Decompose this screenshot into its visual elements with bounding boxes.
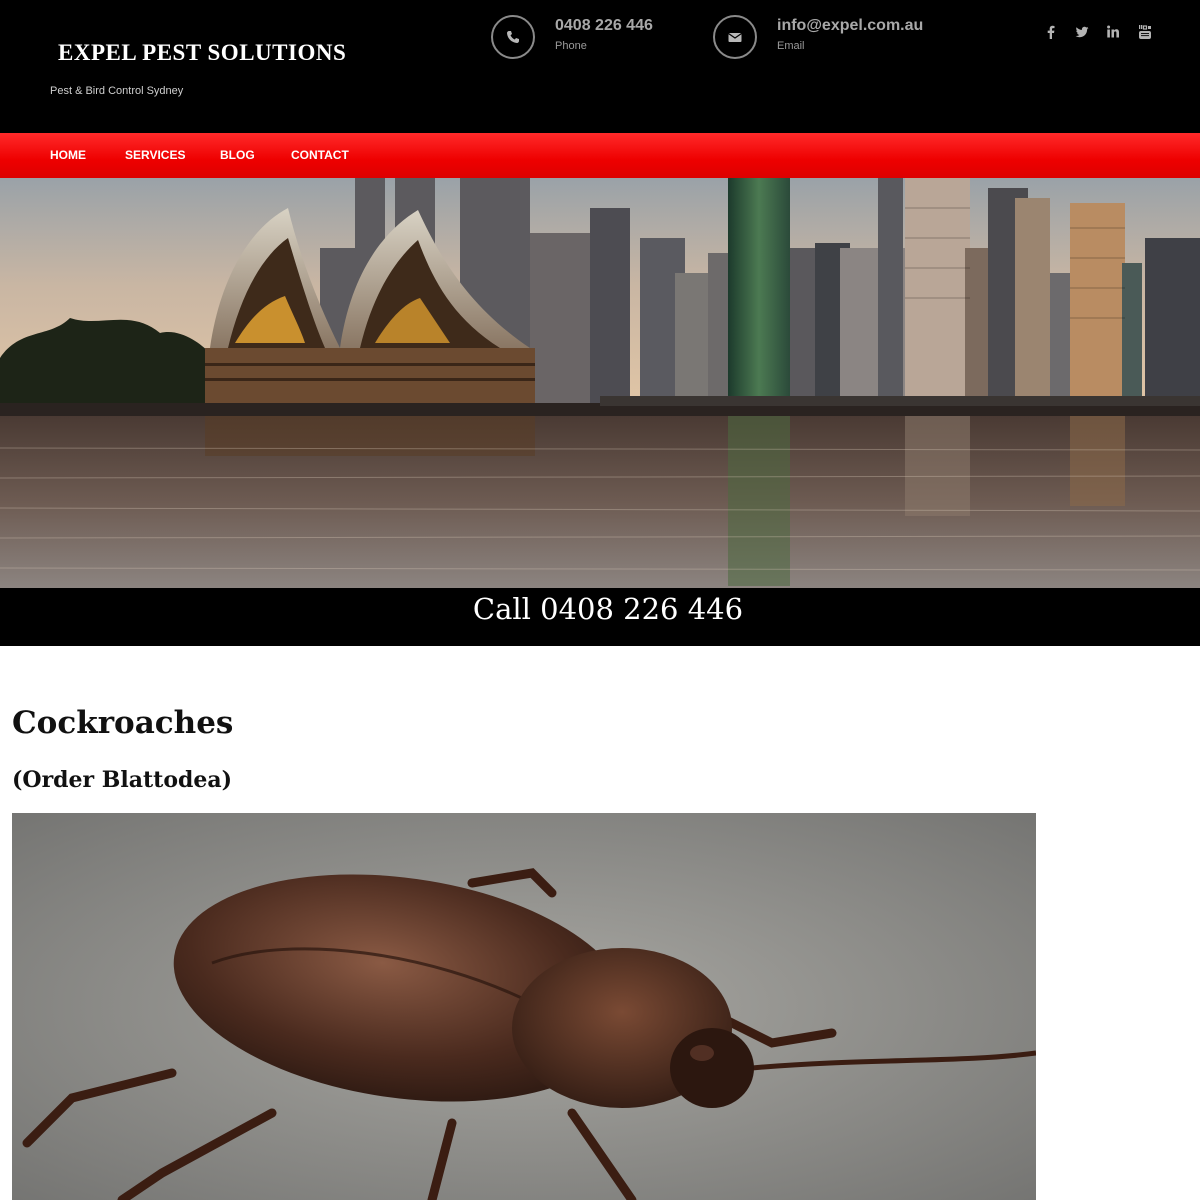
page-title: Cockroaches [12, 705, 234, 741]
facebook-icon[interactable] [1044, 24, 1058, 40]
social-links [1044, 24, 1164, 40]
call-phone-link[interactable]: Call 0408 226 446 [0, 592, 1200, 626]
email-address[interactable]: info@expel.com.au [777, 17, 923, 35]
phone-label: Phone [555, 40, 587, 52]
twitter-icon[interactable] [1074, 24, 1089, 40]
nav-item-home[interactable]: HOME [50, 148, 86, 162]
site-header: EXPEL PEST SOLUTIONS Pest & Bird Control… [0, 0, 1200, 133]
hero-banner-image [0, 178, 1200, 588]
phone-icon [491, 15, 535, 59]
nav-item-contact[interactable]: CONTACT [291, 148, 349, 162]
youtube-icon[interactable] [1138, 24, 1152, 40]
phone-number[interactable]: 0408 226 446 [555, 17, 653, 35]
page-subtitle: (Order Blattodea) [12, 767, 233, 793]
nav-item-services[interactable]: SERVICES [125, 148, 185, 162]
nav-item-blog[interactable]: BLOG [220, 148, 255, 162]
main-nav: HOME SERVICES BLOG CONTACT [0, 133, 1200, 178]
site-tagline: Pest & Bird Control Sydney [50, 85, 184, 97]
call-banner: Call 0408 226 446 [0, 588, 1200, 646]
linkedin-icon[interactable] [1106, 24, 1120, 40]
envelope-icon [713, 15, 757, 59]
email-label: Email [777, 40, 805, 52]
cockroach-photo [12, 813, 1036, 1200]
site-logo-title[interactable]: EXPEL PEST SOLUTIONS [58, 40, 346, 66]
